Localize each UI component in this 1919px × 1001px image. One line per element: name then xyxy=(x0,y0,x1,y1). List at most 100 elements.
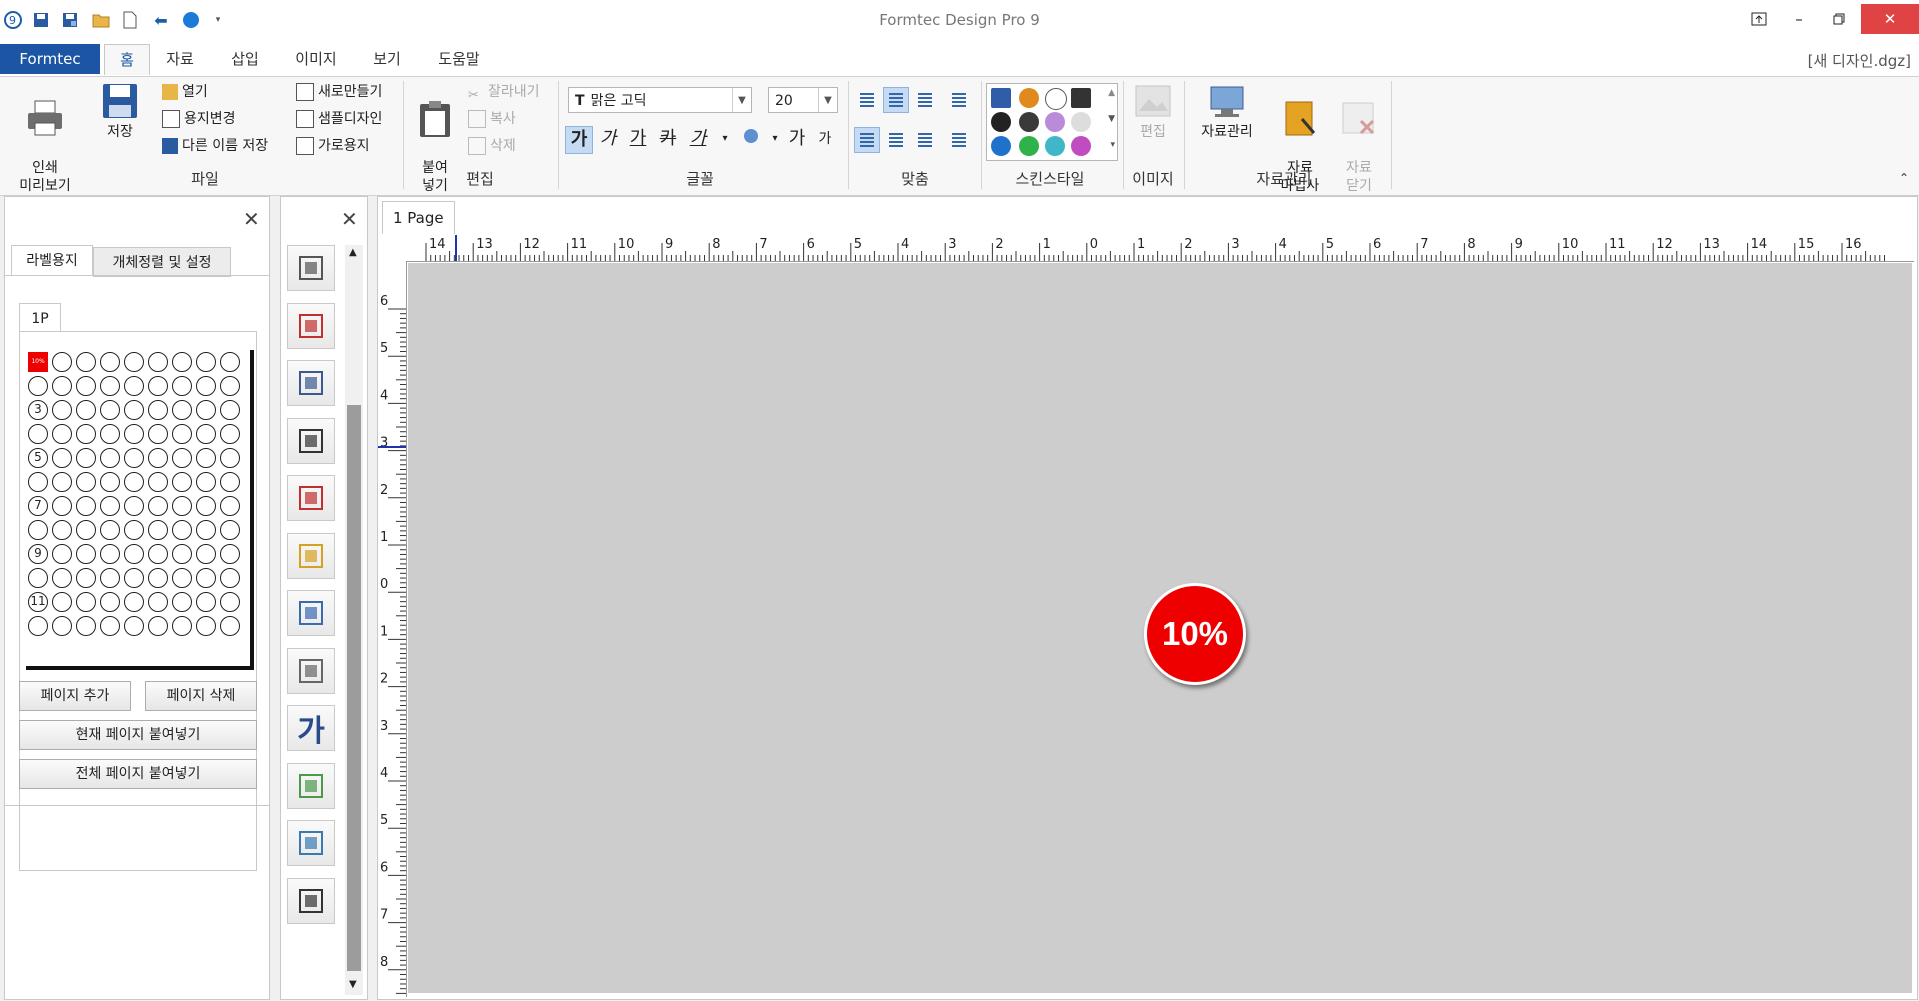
align-center-top-button[interactable] xyxy=(883,87,909,113)
toolbox-scrollbar[interactable]: ▲ ▼ xyxy=(345,245,363,995)
percent-badge[interactable]: 10% xyxy=(1144,583,1246,685)
label-cell[interactable] xyxy=(196,520,216,540)
label-cell[interactable] xyxy=(148,592,168,612)
label-design-surface[interactable]: 10% xyxy=(408,263,1912,993)
label-cell[interactable] xyxy=(76,496,96,516)
label-cell[interactable] xyxy=(148,616,168,636)
scroll-down-icon[interactable]: ▼ xyxy=(1108,114,1115,124)
label-cell[interactable] xyxy=(220,376,240,396)
bold-button[interactable]: 가 xyxy=(565,126,593,154)
label-cell[interactable] xyxy=(172,400,192,420)
skin-blue-square-icon[interactable] xyxy=(991,88,1011,108)
change-paper-button[interactable]: 용지변경 xyxy=(162,107,236,131)
label-cell[interactable] xyxy=(124,496,144,516)
label-cell[interactable] xyxy=(124,568,144,588)
label-cell[interactable] xyxy=(172,520,192,540)
tab-object-align[interactable]: 개체정렬 및 설정 xyxy=(93,247,231,277)
picture-icon[interactable] xyxy=(287,762,335,809)
skin-gallery[interactable]: ▲ ▼ ▾ xyxy=(986,83,1118,161)
sample-design-button[interactable]: 샘플디자인 xyxy=(296,107,382,131)
label-cell[interactable] xyxy=(196,544,216,564)
label-cell[interactable] xyxy=(52,352,72,372)
label-cell[interactable] xyxy=(124,544,144,564)
label-cell[interactable] xyxy=(148,544,168,564)
skin-magenta-icon[interactable] xyxy=(1071,136,1091,156)
label-cell[interactable] xyxy=(76,472,96,492)
label-cell[interactable] xyxy=(172,352,192,372)
tab-data[interactable]: 자료 xyxy=(158,44,202,74)
label-cell[interactable] xyxy=(220,592,240,612)
label-cell[interactable] xyxy=(52,424,72,444)
label-cell[interactable] xyxy=(196,352,216,372)
label-cell[interactable] xyxy=(220,496,240,516)
delete-page-button[interactable]: 페이지 삭제 xyxy=(145,681,257,711)
scroll-down-icon[interactable]: ▼ xyxy=(349,979,357,990)
label-cell[interactable] xyxy=(196,448,216,468)
label-cell[interactable] xyxy=(220,544,240,564)
label-cell[interactable] xyxy=(220,352,240,372)
label-cell[interactable] xyxy=(100,592,120,612)
tab-1p[interactable]: 1P xyxy=(19,303,61,333)
tab-insert[interactable]: 삽입 xyxy=(220,44,270,74)
label-cell[interactable]: 3 xyxy=(28,400,48,420)
table-icon[interactable] xyxy=(287,590,335,636)
label-cell[interactable] xyxy=(124,592,144,612)
label-cell[interactable] xyxy=(28,616,48,636)
font-color-icon[interactable] xyxy=(738,126,764,152)
label-cell[interactable] xyxy=(220,616,240,636)
align-bottom-button[interactable] xyxy=(912,127,938,153)
tab-view[interactable]: 보기 xyxy=(362,44,412,74)
label-cell[interactable] xyxy=(196,424,216,444)
label-cell[interactable] xyxy=(76,520,96,540)
label-cell[interactable] xyxy=(148,448,168,468)
skin-dark-icon[interactable] xyxy=(1019,112,1039,132)
strike-button[interactable]: 카 xyxy=(655,126,681,152)
tab-home[interactable]: 홈 xyxy=(104,44,150,75)
label-cell[interactable] xyxy=(76,400,96,420)
label-cell[interactable] xyxy=(148,472,168,492)
label-cell[interactable] xyxy=(28,472,48,492)
skin-orange-icon[interactable] xyxy=(1019,88,1039,108)
label-cell[interactable] xyxy=(196,472,216,492)
label-cell[interactable] xyxy=(76,568,96,588)
label-cell[interactable] xyxy=(76,424,96,444)
chevron-down-icon[interactable]: ▾ xyxy=(712,126,738,152)
delete-button[interactable]: 삭제 xyxy=(468,134,516,158)
label-cell[interactable] xyxy=(220,568,240,588)
cut-button[interactable]: ✂ 잘라내기 xyxy=(468,80,540,104)
label-cell[interactable] xyxy=(220,424,240,444)
stamp-icon[interactable] xyxy=(287,532,335,579)
barcode-icon[interactable] xyxy=(287,417,335,464)
label-cell[interactable] xyxy=(100,520,120,540)
label-cell[interactable] xyxy=(76,352,96,372)
label-cell[interactable] xyxy=(28,568,48,588)
label-cell[interactable] xyxy=(196,376,216,396)
label-cell[interactable] xyxy=(148,424,168,444)
label-cell[interactable] xyxy=(172,424,192,444)
label-cell[interactable] xyxy=(100,448,120,468)
label-cell[interactable] xyxy=(76,544,96,564)
paste-all-pages-button[interactable]: 전체 페이지 붙여넣기 xyxy=(19,759,257,789)
tab-formtec[interactable]: Formtec xyxy=(0,44,100,74)
label-cell[interactable] xyxy=(124,376,144,396)
grow-font-button[interactable]: 가 xyxy=(784,126,810,152)
label-cell[interactable] xyxy=(100,496,120,516)
label-cell[interactable] xyxy=(148,400,168,420)
label-cell[interactable] xyxy=(172,592,192,612)
label-cell[interactable]: 7 xyxy=(28,496,48,516)
label-cell[interactable] xyxy=(148,496,168,516)
skin-black-icon[interactable] xyxy=(991,112,1011,132)
tab-label-paper[interactable]: 라벨용지 xyxy=(11,245,93,275)
label-cell[interactable] xyxy=(220,400,240,420)
align-left-top-button[interactable] xyxy=(854,87,880,113)
shrink-font-button[interactable]: 가 xyxy=(812,126,838,152)
gallery-more-icon[interactable]: ▾ xyxy=(1110,140,1115,150)
label-cell[interactable] xyxy=(124,352,144,372)
label-cell[interactable] xyxy=(100,400,120,420)
label-cell[interactable]: 5 xyxy=(28,448,48,468)
scroll-thumb[interactable] xyxy=(347,405,361,971)
label-cell[interactable] xyxy=(124,520,144,540)
label-cell[interactable] xyxy=(172,568,192,588)
label-cell[interactable] xyxy=(196,496,216,516)
label-cell[interactable] xyxy=(172,448,192,468)
